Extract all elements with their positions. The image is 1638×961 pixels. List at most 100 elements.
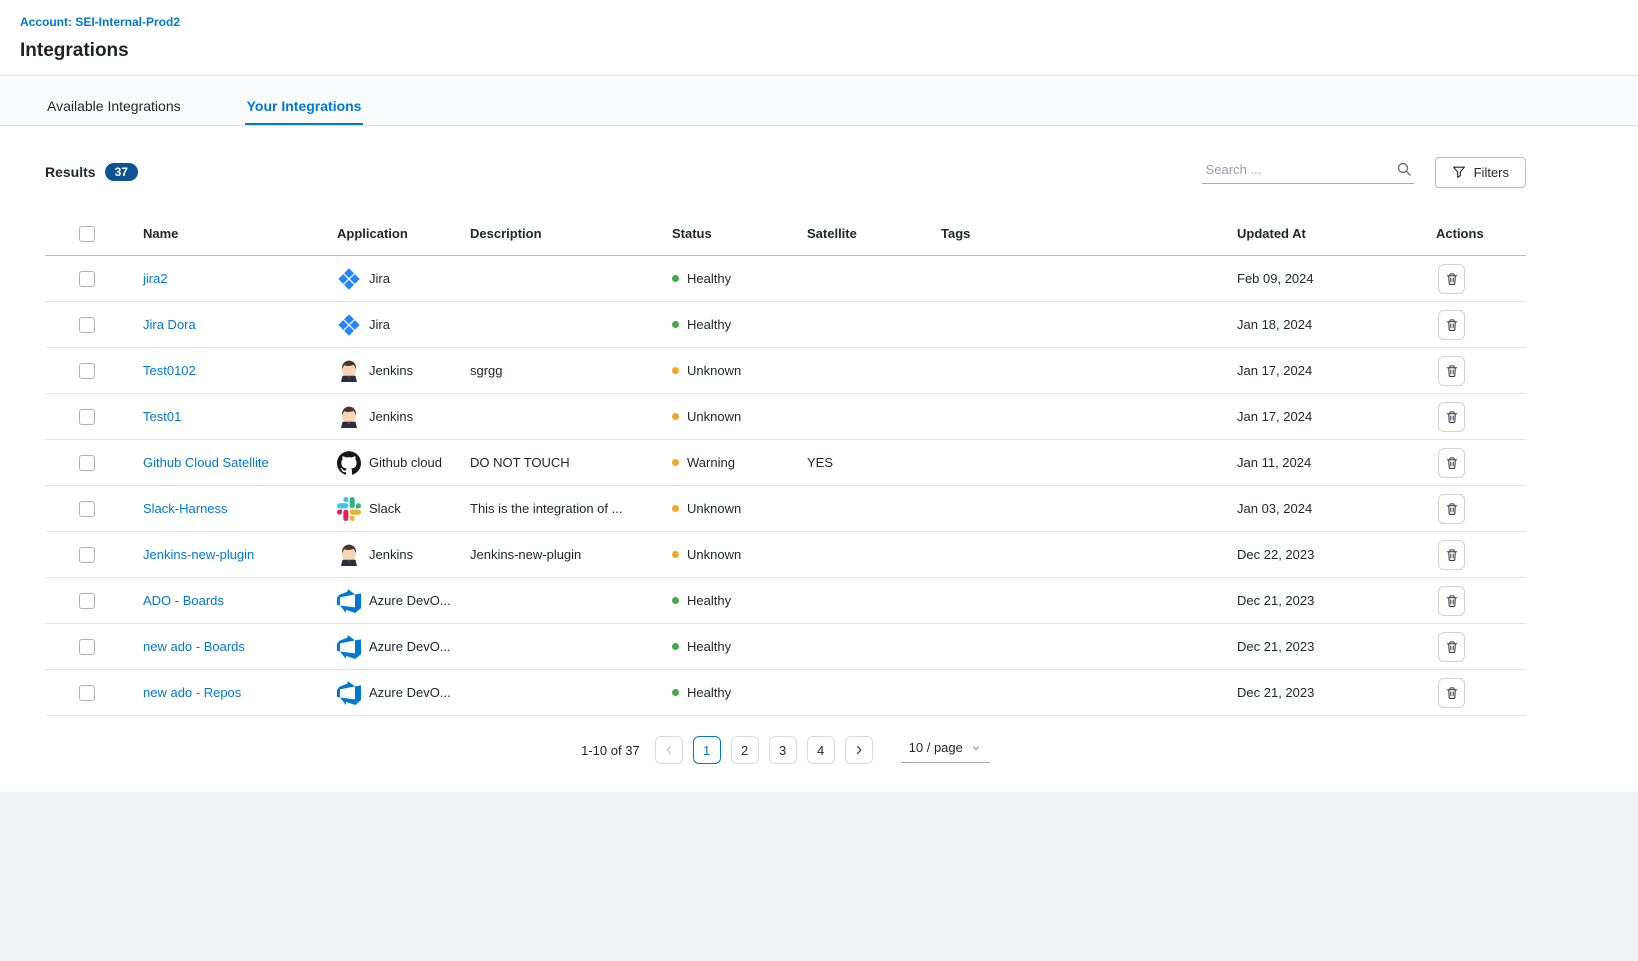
updated-at-value: Dec 21, 2023 bbox=[1227, 639, 1426, 654]
delete-button[interactable] bbox=[1438, 632, 1465, 662]
satellite-value: YES bbox=[797, 455, 931, 470]
application-label: Jenkins bbox=[369, 547, 413, 562]
page-size-select[interactable]: 10 / page bbox=[901, 737, 990, 763]
delete-button[interactable] bbox=[1438, 448, 1465, 478]
slack-icon bbox=[337, 497, 361, 521]
application-label: Jira bbox=[369, 271, 390, 286]
pagination: 1-10 of 37 1234 10 / page bbox=[45, 716, 1526, 792]
delete-button[interactable] bbox=[1438, 402, 1465, 432]
integration-name-link[interactable]: new ado - Boards bbox=[143, 639, 245, 654]
table-row: Test0102 Jenkins sgrgg Unknown Jan 17, 2… bbox=[45, 348, 1526, 394]
status-label: Healthy bbox=[687, 685, 731, 700]
results-count-badge: 37 bbox=[105, 163, 138, 181]
page-1-button[interactable]: 1 bbox=[693, 736, 721, 764]
search-icon bbox=[1396, 161, 1412, 177]
tab-bar: Available Integrations Your Integrations bbox=[0, 76, 1638, 126]
table-row: Jenkins-new-plugin Jenkins Jenkins-new-p… bbox=[45, 532, 1526, 578]
page-title: Integrations bbox=[20, 40, 1618, 62]
jenkins-icon bbox=[337, 543, 361, 567]
trash-icon bbox=[1445, 410, 1459, 424]
description-text: DO NOT TOUCH bbox=[460, 455, 662, 470]
updated-at-value: Jan 11, 2024 bbox=[1227, 455, 1426, 470]
trash-icon bbox=[1445, 502, 1459, 516]
integration-name-link[interactable]: Slack-Harness bbox=[143, 501, 228, 516]
application-label: Jenkins bbox=[369, 363, 413, 378]
row-checkbox[interactable] bbox=[79, 363, 95, 379]
table-row: Github Cloud Satellite Github cloud DO N… bbox=[45, 440, 1526, 486]
row-checkbox[interactable] bbox=[79, 317, 95, 333]
row-checkbox[interactable] bbox=[79, 639, 95, 655]
integration-name-link[interactable]: ADO - Boards bbox=[143, 593, 224, 608]
status-label: Unknown bbox=[687, 409, 741, 424]
delete-button[interactable] bbox=[1438, 310, 1465, 340]
row-checkbox[interactable] bbox=[79, 409, 95, 425]
select-all-checkbox[interactable] bbox=[79, 226, 95, 242]
status-label: Unknown bbox=[687, 547, 741, 562]
row-checkbox[interactable] bbox=[79, 593, 95, 609]
pagination-pages: 1234 bbox=[693, 736, 835, 764]
status-dot bbox=[672, 459, 679, 466]
status-dot bbox=[672, 413, 679, 420]
page-2-button[interactable]: 2 bbox=[731, 736, 759, 764]
previous-page-button[interactable] bbox=[655, 736, 683, 764]
delete-button[interactable] bbox=[1438, 356, 1465, 386]
azure-devops-icon bbox=[337, 635, 361, 659]
column-header-tags: Tags bbox=[931, 226, 1227, 241]
filters-button[interactable]: Filters bbox=[1435, 157, 1526, 188]
description-text: sgrgg bbox=[460, 363, 662, 378]
application-label: Jira bbox=[369, 317, 390, 332]
updated-at-value: Jan 17, 2024 bbox=[1227, 363, 1426, 378]
next-page-button[interactable] bbox=[845, 736, 873, 764]
trash-icon bbox=[1445, 548, 1459, 562]
filter-icon bbox=[1452, 165, 1466, 179]
pagination-range: 1-10 of 37 bbox=[581, 743, 640, 758]
column-header-description: Description bbox=[460, 226, 662, 241]
page-3-button[interactable]: 3 bbox=[769, 736, 797, 764]
jenkins-icon bbox=[337, 405, 361, 429]
status-label: Healthy bbox=[687, 317, 731, 332]
table-body: jira2 Jira Healthy Feb 09, 2024 Jira Dor… bbox=[45, 256, 1526, 716]
delete-button[interactable] bbox=[1438, 586, 1465, 616]
application-label: Azure DevO... bbox=[369, 593, 451, 608]
integration-name-link[interactable]: Jenkins-new-plugin bbox=[143, 547, 254, 562]
row-checkbox[interactable] bbox=[79, 455, 95, 471]
row-checkbox[interactable] bbox=[79, 547, 95, 563]
status-label: Healthy bbox=[687, 639, 731, 654]
status-dot bbox=[672, 275, 679, 282]
chevron-down-icon bbox=[970, 742, 982, 754]
row-checkbox[interactable] bbox=[79, 685, 95, 701]
integration-name-link[interactable]: jira2 bbox=[143, 271, 168, 286]
updated-at-value: Dec 21, 2023 bbox=[1227, 685, 1426, 700]
row-checkbox[interactable] bbox=[79, 271, 95, 287]
table-row: Jira Dora Jira Healthy Jan 18, 2024 bbox=[45, 302, 1526, 348]
table-row: Slack-Harness Slack This is the integrat… bbox=[45, 486, 1526, 532]
page-header: Account: SEI-Internal-Prod2 Integrations bbox=[0, 0, 1638, 76]
tab-available-integrations[interactable]: Available Integrations bbox=[45, 88, 183, 125]
azure-devops-icon bbox=[337, 681, 361, 705]
status-dot bbox=[672, 689, 679, 696]
jenkins-icon bbox=[337, 359, 361, 383]
page-size-label: 10 / page bbox=[909, 740, 963, 755]
delete-button[interactable] bbox=[1438, 678, 1465, 708]
tab-your-integrations[interactable]: Your Integrations bbox=[245, 88, 364, 125]
delete-button[interactable] bbox=[1438, 264, 1465, 294]
updated-at-value: Jan 03, 2024 bbox=[1227, 501, 1426, 516]
search-input[interactable] bbox=[1204, 161, 1396, 178]
status-label: Unknown bbox=[687, 501, 741, 516]
integration-name-link[interactable]: new ado - Repos bbox=[143, 685, 241, 700]
integration-name-link[interactable]: Jira Dora bbox=[143, 317, 196, 332]
integration-name-link[interactable]: Test01 bbox=[143, 409, 181, 424]
row-checkbox[interactable] bbox=[79, 501, 95, 517]
delete-button[interactable] bbox=[1438, 540, 1465, 570]
chevron-left-icon bbox=[662, 743, 676, 757]
account-link[interactable]: Account: SEI-Internal-Prod2 bbox=[20, 15, 180, 29]
column-header-application: Application bbox=[327, 226, 460, 241]
integration-name-link[interactable]: Test0102 bbox=[143, 363, 196, 378]
integration-name-link[interactable]: Github Cloud Satellite bbox=[143, 455, 269, 470]
trash-icon bbox=[1445, 640, 1459, 654]
delete-button[interactable] bbox=[1438, 494, 1465, 524]
column-header-satellite: Satellite bbox=[797, 226, 931, 241]
page-4-button[interactable]: 4 bbox=[807, 736, 835, 764]
status-dot bbox=[672, 505, 679, 512]
table-row: Test01 Jenkins Unknown Jan 17, 2024 bbox=[45, 394, 1526, 440]
